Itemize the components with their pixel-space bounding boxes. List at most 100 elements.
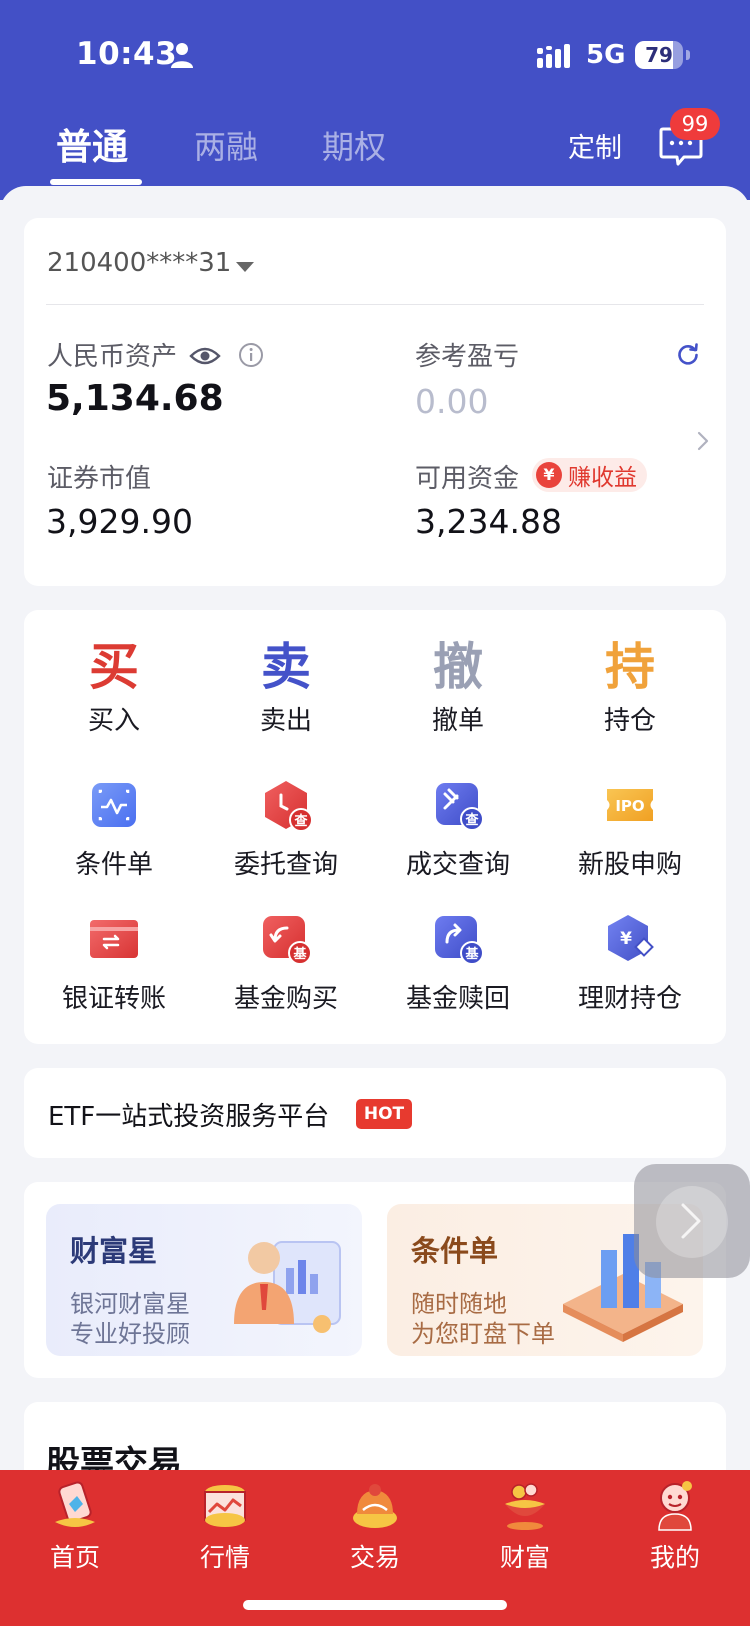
svg-text:¥: ¥ [620, 929, 632, 949]
order-query-button[interactable]: 查 委托查询 [200, 778, 372, 881]
tab-normal[interactable]: 普通 [56, 118, 128, 170]
ipo-icon: IPO [607, 789, 653, 821]
pnl-label: 参考盈亏 [415, 342, 520, 372]
earn-yield-badge[interactable]: ¥ 赚收益 [532, 458, 647, 492]
bank-transfer-label: 银证转账 [61, 984, 166, 1014]
home-indicator [243, 1600, 507, 1610]
eye-icon[interactable] [189, 344, 221, 368]
yen-icon: ¥ [536, 462, 562, 488]
buy-button[interactable]: 买 买入 [28, 634, 200, 737]
fund-redeem-button[interactable]: 基 基金赎回 [372, 912, 544, 1015]
nav-profile[interactable]: 我的 [600, 1478, 750, 1574]
fund-buy-button[interactable]: 基 基金购买 [200, 912, 372, 1015]
sell-button[interactable]: 卖 卖出 [200, 634, 372, 737]
cancel-char-icon: 撤 [433, 638, 483, 696]
fund-redeem-icon: 基 [435, 916, 484, 965]
tab-margin[interactable]: 两融 [194, 122, 258, 168]
tab-options[interactable]: 期权 [322, 122, 386, 168]
fund-redeem-label: 基金赎回 [405, 984, 510, 1014]
nav-market-label: 行情 [199, 1543, 250, 1572]
ipo-subscribe-label: 新股申购 [577, 850, 682, 880]
account-number[interactable]: 210400****31 [47, 248, 231, 278]
nav-market[interactable]: 行情 [150, 1478, 300, 1574]
holdings-char-icon: 持 [605, 638, 655, 696]
status-time: 10:43 [76, 36, 178, 72]
advisor-illustration-icon [234, 1241, 341, 1333]
floating-next-button[interactable] [634, 1164, 750, 1278]
holdings-button[interactable]: 持 持仓 [544, 634, 716, 737]
chevron-right-icon[interactable] [696, 430, 710, 452]
customize-button[interactable]: 定制 [568, 126, 622, 165]
svg-text:基: 基 [464, 946, 479, 962]
pnl-value: 0.00 [415, 382, 489, 421]
cancel-order-label: 撤单 [431, 706, 484, 736]
promo-card: 财富星 银河财富星 专业好投顾 条件单 随时随地 为您盯盘下单 [24, 1182, 726, 1378]
buy-char-icon: 买 [89, 638, 139, 696]
wealth-icon [505, 1483, 545, 1530]
profile-icon [658, 1481, 692, 1531]
trade-actions-card: 买 买入 卖 卖出 撤 撤单 持 持仓 条件单 查 委托查询 查 成交查询 IP… [24, 610, 726, 1044]
nav-profile-label: 我的 [649, 1543, 700, 1572]
svg-text:基: 基 [292, 946, 307, 962]
etf-platform-label: ETF一站式投资服务平台 [48, 1102, 330, 1132]
svg-text:IPO: IPO [615, 797, 644, 815]
deal-query-button[interactable]: 查 成交查询 [372, 778, 544, 881]
holdings-label: 持仓 [603, 706, 656, 736]
signal-icon [537, 44, 570, 68]
cancel-order-button[interactable]: 撤 撤单 [372, 634, 544, 737]
earn-yield-text: 赚收益 [568, 465, 637, 491]
available-funds-value: 3,234.88 [415, 502, 562, 541]
promo-wealth-star[interactable]: 财富星 银河财富星 专业好投顾 [46, 1204, 362, 1356]
nav-home-label: 首页 [49, 1543, 100, 1572]
divider [46, 304, 704, 305]
bank-transfer-button[interactable]: 银证转账 [28, 912, 200, 1015]
chevron-down-icon[interactable] [236, 262, 254, 272]
info-icon[interactable] [238, 342, 264, 368]
ipo-subscribe-button[interactable]: IPO 新股申购 [544, 778, 716, 881]
promo-condition-order-title: 条件单 [411, 1234, 499, 1268]
promo-wealth-star-title: 财富星 [70, 1234, 158, 1268]
promo-wealth-star-line2: 专业好投顾 [70, 1320, 190, 1348]
order-query-label: 委托查询 [233, 850, 338, 880]
svg-text:查: 查 [464, 812, 479, 828]
hot-badge: HOT [356, 1099, 412, 1129]
battery-icon: 79 [635, 41, 683, 69]
nav-trade[interactable]: 交易 [300, 1478, 450, 1574]
nav-wealth[interactable]: 财富 [450, 1478, 600, 1574]
refresh-icon[interactable] [676, 342, 700, 366]
home-icon [55, 1481, 95, 1527]
fund-buy-label: 基金购买 [233, 984, 338, 1014]
condition-order-label: 条件单 [74, 850, 153, 880]
market-value: 3,929.90 [46, 502, 193, 541]
deal-query-label: 成交查询 [405, 850, 510, 880]
etf-platform-banner[interactable]: ETF一站式投资服务平台 HOT [24, 1068, 726, 1158]
svg-text:查: 查 [293, 813, 308, 829]
deal-query-icon: 查 [436, 783, 484, 831]
active-tab-indicator [50, 179, 142, 185]
condition-order-button[interactable]: 条件单 [28, 778, 200, 881]
network-type: 5G [586, 40, 626, 70]
nav-home[interactable]: 首页 [0, 1478, 150, 1574]
bank-transfer-icon [90, 920, 138, 958]
sell-label: 卖出 [259, 706, 312, 736]
account-type-tabs: 普通 两融 期权 定制 99 [0, 108, 750, 190]
nav-trade-label: 交易 [349, 1543, 400, 1572]
market-value-label: 证券市值 [47, 464, 152, 494]
account-card: 210400****31 人民币资产 5,134.68 参考盈亏 0.00 证券… [24, 218, 726, 586]
buy-label: 买入 [87, 706, 140, 736]
battery-tip [686, 50, 690, 60]
nav-wealth-label: 财富 [499, 1543, 550, 1572]
fund-buy-icon: 基 [263, 916, 312, 965]
sell-char-icon: 卖 [261, 638, 311, 696]
wealth-holdings-button[interactable]: ¥ 理财持仓 [544, 912, 716, 1015]
header-bar: 10:43 5G 79 普通 两融 期权 定制 99 [0, 0, 750, 200]
status-bar: 10:43 5G 79 [0, 0, 750, 110]
person-icon [171, 43, 193, 68]
rmb-assets-value: 5,134.68 [46, 378, 224, 419]
wealth-holding-icon: ¥ [608, 915, 654, 961]
market-icon [204, 1485, 246, 1527]
battery-level: 79 [645, 43, 673, 67]
order-query-icon: 查 [265, 781, 313, 832]
message-count-badge: 99 [670, 108, 720, 140]
rmb-assets-label: 人民币资产 [47, 342, 178, 372]
